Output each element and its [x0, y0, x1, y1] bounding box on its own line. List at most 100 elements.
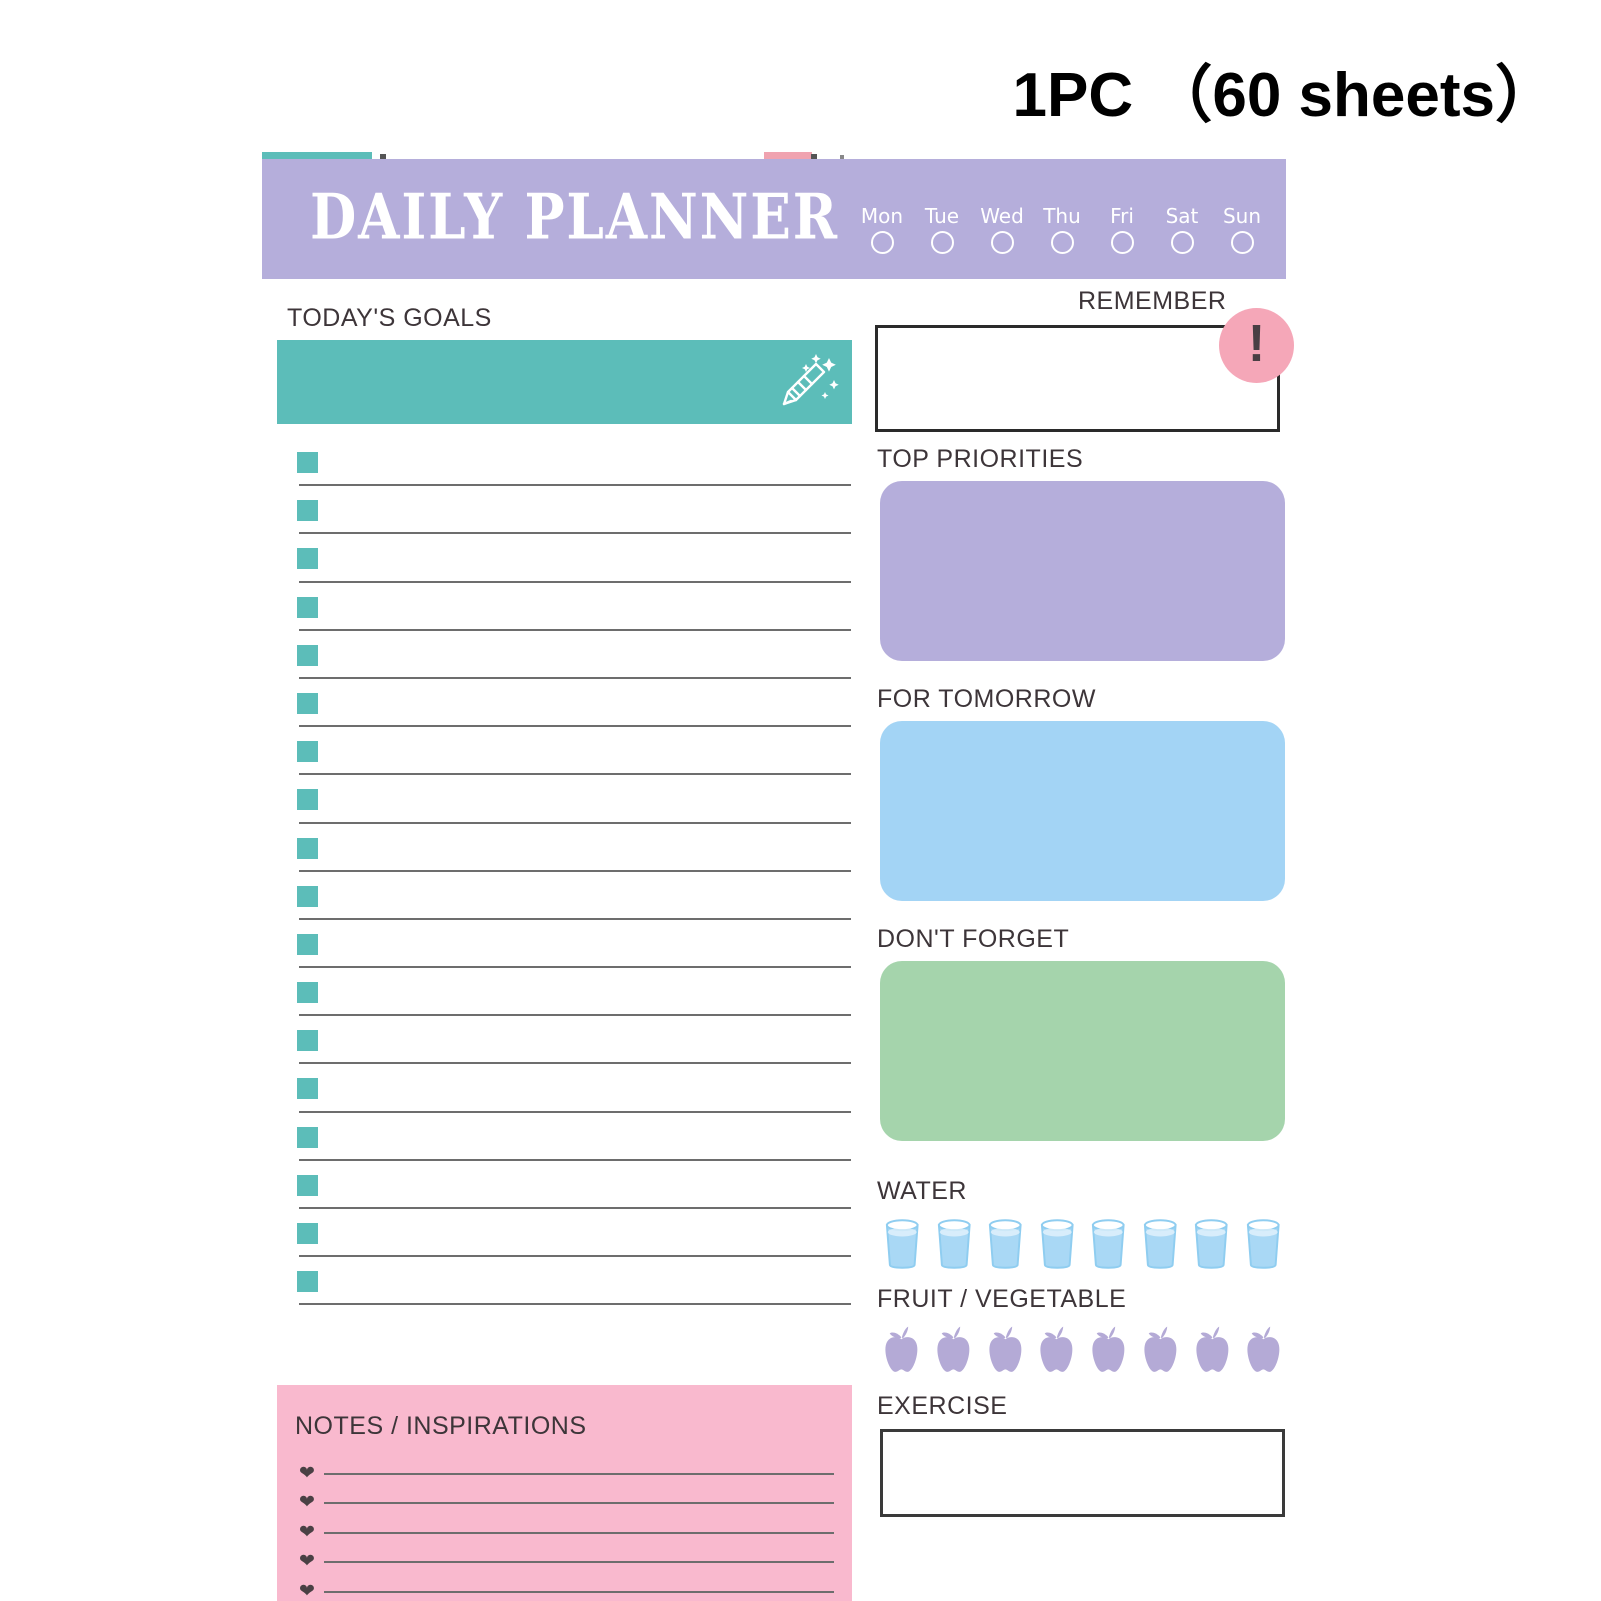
checklist-row[interactable]: [277, 830, 852, 878]
checklist-row[interactable]: [277, 540, 852, 588]
weekday-label: Sun: [1222, 204, 1262, 228]
checkbox-icon[interactable]: [297, 548, 318, 570]
write-line: [299, 1110, 851, 1113]
for-tomorrow-label: FOR TOMORROW: [877, 685, 1096, 713]
weekday-circle-icon[interactable]: [870, 231, 894, 254]
write-line: [324, 1561, 834, 1564]
weekday-tue[interactable]: Tue: [920, 205, 964, 254]
checkbox-icon[interactable]: [297, 692, 318, 714]
notes-inspirations-label: NOTES / INSPIRATIONS: [295, 1412, 587, 1440]
write-line: [299, 1158, 851, 1161]
note-row[interactable]: ❤: [299, 1489, 834, 1519]
water-glass-icon[interactable]: [932, 1213, 977, 1269]
weekday-thu[interactable]: Thu: [1040, 205, 1084, 254]
fruit-tracker: [880, 1323, 1285, 1375]
checklist-row[interactable]: [277, 733, 852, 781]
checklist-row[interactable]: [277, 1167, 852, 1215]
checkbox-icon[interactable]: [297, 933, 318, 955]
note-row[interactable]: ❤: [299, 1548, 834, 1578]
water-glass-icon[interactable]: [1138, 1213, 1183, 1269]
checklist-row[interactable]: [277, 444, 852, 492]
checklist-row[interactable]: [277, 1119, 852, 1167]
heart-icon: ❤: [299, 1521, 315, 1543]
apple-icon[interactable]: [1035, 1323, 1078, 1375]
checkbox-icon[interactable]: [297, 1126, 318, 1148]
water-glass-icon[interactable]: [880, 1213, 925, 1269]
checkbox-icon[interactable]: [297, 500, 318, 522]
weekday-circle-icon[interactable]: [1230, 231, 1254, 254]
apple-icon[interactable]: [932, 1323, 975, 1375]
checkbox-icon[interactable]: [297, 1271, 318, 1293]
checklist-row[interactable]: [277, 781, 852, 829]
note-row[interactable]: ❤: [299, 1518, 834, 1548]
weekday-circle-icon[interactable]: [990, 231, 1014, 254]
planner-header: DAILY PLANNER Mon Tue Wed Thu Fri Sat Su…: [262, 159, 1286, 279]
checkbox-icon[interactable]: [297, 452, 318, 473]
write-line: [299, 580, 851, 583]
checklist-row[interactable]: [277, 1263, 852, 1311]
note-row[interactable]: ❤: [299, 1459, 834, 1489]
checklist-row[interactable]: [277, 1215, 852, 1263]
notes-lines: ❤ ❤ ❤ ❤ ❤ ❤ ❤: [299, 1459, 834, 1601]
weekday-circle-icon[interactable]: [930, 231, 954, 254]
write-line: [299, 1062, 851, 1065]
apple-icon[interactable]: [1242, 1323, 1285, 1375]
notes-inspirations-section: NOTES / INSPIRATIONS ❤ ❤ ❤ ❤ ❤ ❤ ❤: [277, 1385, 852, 1601]
weekday-sat[interactable]: Sat: [1160, 205, 1204, 254]
weekday-sun[interactable]: Sun: [1220, 205, 1264, 254]
checkbox-icon[interactable]: [297, 644, 318, 666]
checkbox-icon[interactable]: [297, 1030, 318, 1052]
weekday-wed[interactable]: Wed: [980, 205, 1024, 254]
write-line: [299, 1207, 851, 1209]
checklist-row[interactable]: [277, 974, 852, 1022]
note-row[interactable]: ❤: [299, 1577, 834, 1601]
weekday-mon[interactable]: Mon: [860, 205, 904, 254]
write-line: [299, 1255, 851, 1258]
dont-forget-field[interactable]: [880, 961, 1285, 1141]
heart-icon: ❤: [299, 1551, 315, 1573]
checklist-row[interactable]: [277, 637, 852, 685]
dont-forget-label: DON'T FORGET: [877, 925, 1070, 953]
apple-icon[interactable]: [880, 1323, 923, 1375]
top-priorities-label: TOP PRIORITIES: [877, 445, 1084, 473]
water-glass-icon[interactable]: [1035, 1213, 1080, 1269]
water-glass-icon[interactable]: [1241, 1213, 1286, 1269]
for-tomorrow-field[interactable]: [880, 721, 1285, 901]
todays-goals-field[interactable]: [277, 340, 852, 424]
exercise-field[interactable]: [880, 1429, 1285, 1517]
top-priorities-field[interactable]: [880, 481, 1285, 661]
checkbox-icon[interactable]: [297, 741, 318, 763]
product-quantity-caption: 1PC （60 sheets）: [1012, 61, 1557, 130]
checklist-row[interactable]: [277, 1070, 852, 1118]
apple-icon[interactable]: [984, 1323, 1027, 1375]
checkbox-icon[interactable]: [297, 789, 318, 811]
planner-product-image: 1PC （60 sheets） DAILY PLANNER Mon Tue We…: [0, 0, 1601, 1601]
checkbox-icon[interactable]: [297, 1078, 318, 1100]
checkbox-icon[interactable]: [297, 885, 318, 907]
apple-icon[interactable]: [1087, 1323, 1130, 1375]
checklist-row[interactable]: [277, 878, 852, 926]
water-glass-icon[interactable]: [1189, 1213, 1234, 1269]
water-glass-icon[interactable]: [983, 1213, 1028, 1269]
fruit-vegetable-label: FRUIT / VEGETABLE: [877, 1285, 1127, 1313]
apple-icon[interactable]: [1139, 1323, 1182, 1375]
checkbox-icon[interactable]: [297, 1223, 318, 1244]
checklist-row[interactable]: [277, 492, 852, 540]
checklist-row[interactable]: [277, 926, 852, 974]
weekday-circle-icon[interactable]: [1050, 231, 1074, 254]
weekday-circle-icon[interactable]: [1110, 231, 1134, 254]
water-glass-icon[interactable]: [1086, 1213, 1131, 1269]
weekday-fri[interactable]: Fri: [1100, 205, 1144, 254]
checklist-row[interactable]: [277, 589, 852, 637]
exclamation-icon: !: [1219, 308, 1294, 383]
checkbox-icon[interactable]: [297, 1174, 318, 1196]
checklist-row[interactable]: [277, 685, 852, 733]
write-line: [299, 966, 851, 969]
checklist-row[interactable]: [277, 1022, 852, 1070]
checkbox-icon[interactable]: [297, 982, 318, 1004]
weekday-circle-icon[interactable]: [1170, 231, 1194, 254]
checkbox-icon[interactable]: [297, 837, 318, 859]
checkbox-icon[interactable]: [297, 596, 318, 618]
weekday-selector: Mon Tue Wed Thu Fri Sat Sun: [860, 205, 1264, 254]
apple-icon[interactable]: [1191, 1323, 1234, 1375]
